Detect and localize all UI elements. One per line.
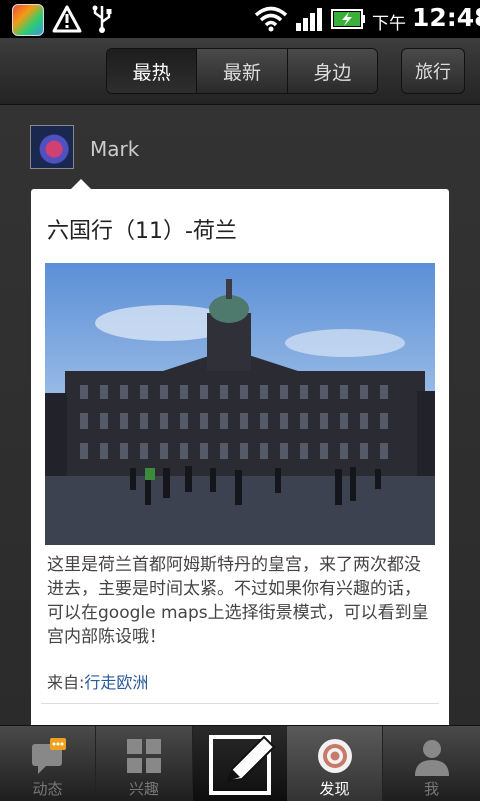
nav-interests[interactable]: 兴趣 — [96, 726, 193, 801]
post-title: 六国行（11）-荷兰 — [47, 219, 237, 244]
nav-discover[interactable]: 发现 — [287, 726, 383, 801]
compose-button[interactable] — [193, 726, 287, 801]
battery-charging-icon — [331, 9, 365, 29]
card-divider — [41, 703, 439, 704]
source-link[interactable]: 行走欧洲 — [84, 673, 148, 692]
nav-label-discover: 发现 — [319, 780, 350, 798]
tab-latest[interactable]: 最新 — [197, 49, 288, 93]
nav-label-feed: 动态 — [32, 780, 63, 798]
usb-icon — [92, 5, 112, 33]
travel-button[interactable]: 旅行 — [401, 48, 465, 94]
target-icon — [317, 739, 352, 773]
nav-feed[interactable]: 动态 — [0, 726, 96, 801]
nav-me[interactable]: 我 — [383, 726, 480, 801]
compose-pencil-icon — [209, 734, 276, 795]
top-bar: 最热 最新 身边 旅行 — [0, 38, 480, 105]
feed: Mark 六国行（11）-荷兰 这里是荷兰首都阿姆斯特丹的皇宫，来了两次都没进去… — [0, 105, 480, 749]
tab-hot[interactable]: 最热 — [107, 49, 198, 93]
avatar[interactable] — [30, 125, 74, 169]
app-icon — [12, 4, 44, 36]
post-body: 这里是荷兰首都阿姆斯特丹的皇宫，来了两次都没进去，主要是时间太紧。不过如果你有兴… — [47, 555, 429, 647]
bottom-nav: 动态 兴趣 发现 我 — [0, 725, 480, 801]
status-ampm: 下午 — [372, 14, 406, 34]
warning-icon — [52, 5, 82, 33]
signal-icon — [296, 8, 322, 31]
post-photo[interactable] — [45, 263, 435, 545]
tab-nearby[interactable]: 身边 — [287, 49, 377, 93]
tab-group: 最热 最新 身边 — [106, 48, 378, 94]
person-icon — [414, 740, 449, 776]
nav-label-interests: 兴趣 — [128, 780, 159, 798]
grid-icon — [127, 739, 161, 773]
post-card[interactable]: 六国行（11）-荷兰 这里是荷兰首都阿姆斯特丹的皇宫，来了两次都没进去，主要是时… — [31, 179, 449, 749]
nav-label-me: 我 — [423, 780, 439, 798]
post-source: 来自:行走欧洲 — [47, 669, 148, 693]
status-time: 12:48 — [412, 3, 480, 32]
status-bar: 下午 12:48 — [0, 0, 480, 38]
chat-bubble-icon — [31, 738, 66, 774]
card-pointer — [71, 179, 91, 189]
username[interactable]: Mark — [90, 137, 139, 161]
wifi-icon — [254, 6, 288, 32]
source-prefix: 来自: — [47, 673, 85, 692]
